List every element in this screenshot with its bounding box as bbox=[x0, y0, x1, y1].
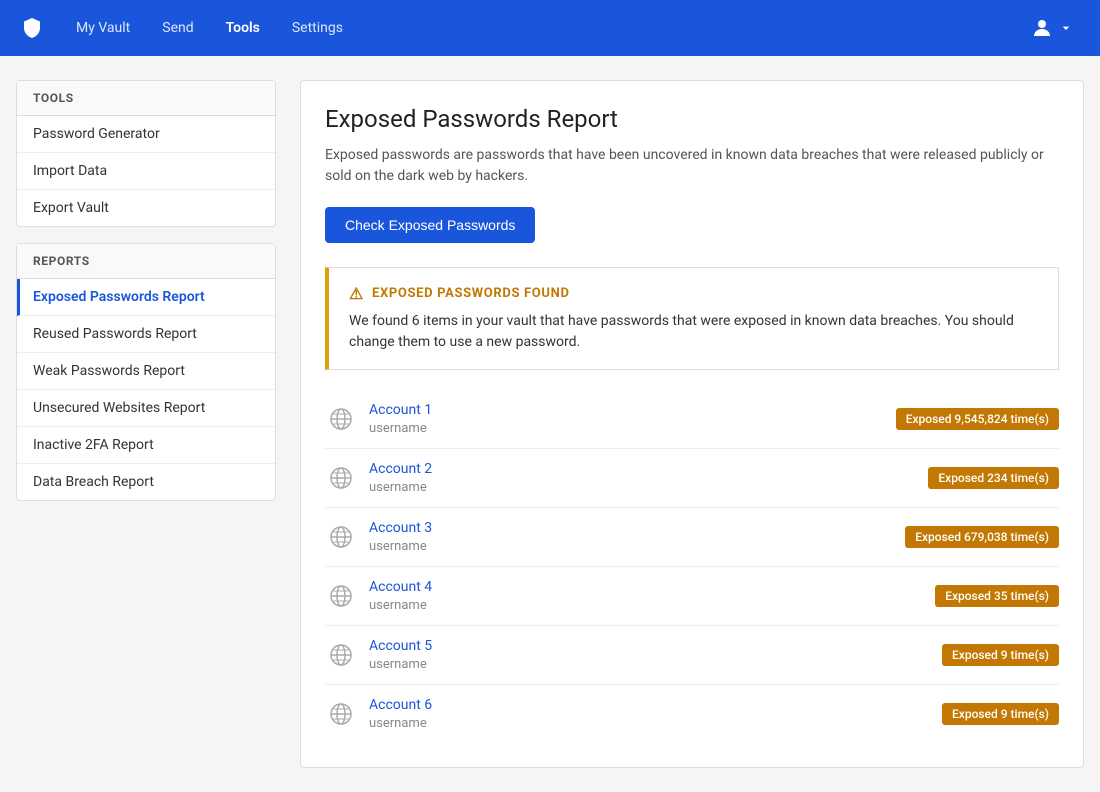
account-row: Account 2 username Exposed 234 time(s) bbox=[325, 449, 1059, 508]
sidebar-item-unsecured-websites[interactable]: Unsecured Websites Report bbox=[17, 390, 275, 427]
page-description: Exposed passwords are passwords that hav… bbox=[325, 145, 1059, 187]
account-username: username bbox=[369, 598, 427, 613]
alert-box: ⚠ EXPOSED PASSWORDS FOUND We found 6 ite… bbox=[325, 267, 1059, 370]
globe-icon bbox=[325, 462, 357, 494]
account-username: username bbox=[369, 421, 427, 436]
reports-section: REPORTS Exposed Passwords Report Reused … bbox=[16, 243, 276, 501]
account-row: Account 1 username Exposed 9,545,824 tim… bbox=[325, 390, 1059, 449]
nav-my-vault[interactable]: My Vault bbox=[64, 12, 142, 44]
sidebar-item-inactive-2fa[interactable]: Inactive 2FA Report bbox=[17, 427, 275, 464]
sidebar-item-weak-passwords[interactable]: Weak Passwords Report bbox=[17, 353, 275, 390]
account-username: username bbox=[369, 480, 427, 495]
main-content: Exposed Passwords Report Exposed passwor… bbox=[300, 80, 1084, 768]
account-name[interactable]: Account 3 bbox=[369, 520, 893, 536]
navbar: My Vault Send Tools Settings bbox=[0, 0, 1100, 56]
nav-settings[interactable]: Settings bbox=[280, 12, 355, 44]
globe-icon bbox=[325, 639, 357, 671]
account-row: Account 6 username Exposed 9 time(s) bbox=[325, 685, 1059, 743]
page-title: Exposed Passwords Report bbox=[325, 105, 1059, 133]
exposed-badge: Exposed 9 time(s) bbox=[942, 703, 1059, 725]
exposed-badge: Exposed 679,038 time(s) bbox=[905, 526, 1059, 548]
sidebar-item-import-data[interactable]: Import Data bbox=[17, 153, 275, 190]
chevron-down-icon bbox=[1058, 20, 1074, 36]
account-info: Account 1 username bbox=[369, 402, 884, 436]
account-info: Account 4 username bbox=[369, 579, 923, 613]
account-username: username bbox=[369, 716, 427, 731]
account-username: username bbox=[369, 657, 427, 672]
account-name[interactable]: Account 4 bbox=[369, 579, 923, 595]
account-info: Account 2 username bbox=[369, 461, 916, 495]
globe-icon bbox=[325, 580, 357, 612]
user-menu[interactable] bbox=[1020, 10, 1084, 46]
account-name[interactable]: Account 1 bbox=[369, 402, 884, 418]
account-row: Account 3 username Exposed 679,038 time(… bbox=[325, 508, 1059, 567]
sidebar: TOOLS Password Generator Import Data Exp… bbox=[16, 80, 276, 768]
accounts-list: Account 1 username Exposed 9,545,824 tim… bbox=[325, 390, 1059, 743]
account-name[interactable]: Account 2 bbox=[369, 461, 916, 477]
exposed-badge: Exposed 35 time(s) bbox=[935, 585, 1059, 607]
account-row: Account 4 username Exposed 35 time(s) bbox=[325, 567, 1059, 626]
exposed-badge: Exposed 9 time(s) bbox=[942, 644, 1059, 666]
account-name[interactable]: Account 5 bbox=[369, 638, 930, 654]
page-layout: TOOLS Password Generator Import Data Exp… bbox=[0, 56, 1100, 792]
globe-icon bbox=[325, 698, 357, 730]
sidebar-item-exposed-passwords[interactable]: Exposed Passwords Report bbox=[17, 279, 275, 316]
globe-icon bbox=[325, 521, 357, 553]
alert-title: ⚠ EXPOSED PASSWORDS FOUND bbox=[349, 284, 1038, 303]
account-name[interactable]: Account 6 bbox=[369, 697, 930, 713]
check-exposed-passwords-button[interactable]: Check Exposed Passwords bbox=[325, 207, 535, 243]
sidebar-item-password-generator[interactable]: Password Generator bbox=[17, 116, 275, 153]
alert-body: We found 6 items in your vault that have… bbox=[349, 311, 1038, 353]
logo bbox=[16, 12, 48, 44]
nav-send[interactable]: Send bbox=[150, 12, 205, 44]
account-info: Account 6 username bbox=[369, 697, 930, 731]
warning-icon: ⚠ bbox=[349, 284, 364, 303]
sidebar-item-reused-passwords[interactable]: Reused Passwords Report bbox=[17, 316, 275, 353]
account-info: Account 3 username bbox=[369, 520, 893, 554]
exposed-badge: Exposed 9,545,824 time(s) bbox=[896, 408, 1059, 430]
account-info: Account 5 username bbox=[369, 638, 930, 672]
globe-icon bbox=[325, 403, 357, 435]
tools-section: TOOLS Password Generator Import Data Exp… bbox=[16, 80, 276, 227]
exposed-badge: Exposed 234 time(s) bbox=[928, 467, 1059, 489]
user-icon bbox=[1030, 16, 1054, 40]
sidebar-item-export-vault[interactable]: Export Vault bbox=[17, 190, 275, 226]
sidebar-item-data-breach[interactable]: Data Breach Report bbox=[17, 464, 275, 500]
tools-header: TOOLS bbox=[17, 81, 275, 116]
account-row: Account 5 username Exposed 9 time(s) bbox=[325, 626, 1059, 685]
reports-header: REPORTS bbox=[17, 244, 275, 279]
account-username: username bbox=[369, 539, 427, 554]
nav-tools[interactable]: Tools bbox=[214, 12, 272, 44]
